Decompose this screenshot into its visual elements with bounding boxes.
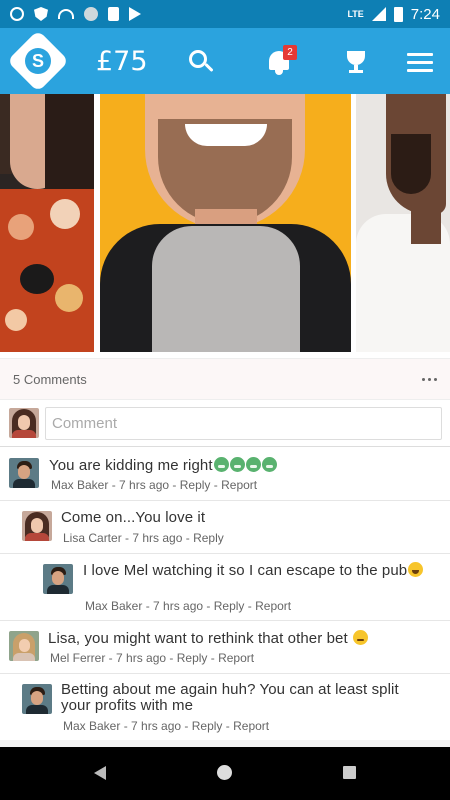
back-icon[interactable] [94,766,106,780]
comment-text: Lisa, you might want to rethink that oth… [48,630,369,647]
avatar[interactable] [22,684,52,714]
system-nav-bar [0,747,450,800]
comment-time: 7 hrs ago [119,478,170,492]
app-notification-icon [10,7,24,21]
comment-author[interactable]: Max Baker [51,478,108,492]
comment-input[interactable] [45,407,442,440]
sync-icon [84,7,98,21]
comment-meta: Max Baker - 7 hrs ago - Reply - Report [63,719,270,733]
clock: 7:24 [410,5,440,23]
avatar[interactable] [9,631,39,661]
report-link[interactable]: Report [218,651,254,665]
account-balance[interactable]: £75 [96,46,148,77]
comments-header: 5 Comments [0,358,450,400]
report-link[interactable]: Report [221,478,257,492]
photo-man-white-shirt [356,94,450,352]
comment-text: Betting about me again huh? You can at l… [61,681,399,714]
photo-carousel[interactable] [0,94,450,352]
divider [0,740,450,747]
shield-icon [34,7,48,21]
comment-time: 7 hrs ago [131,719,182,733]
reply-link[interactable]: Reply [177,651,208,665]
logo-mark-icon: S [25,48,51,74]
photo-man-smiling [100,94,351,352]
notification-badge: 2 [283,45,297,60]
comment-author[interactable]: Mel Ferrer [50,651,105,665]
comment-item: You are kidding me right Max Baker - 7 h… [0,448,450,500]
more-options-icon[interactable] [422,377,437,381]
wifi-icon [58,9,74,19]
home-icon[interactable] [217,765,232,780]
comments-count: 5 Comments [13,371,87,387]
comment-author[interactable]: Max Baker [85,599,142,613]
hamburger-menu-icon[interactable] [406,48,434,76]
comment-text: You are kidding me right [49,457,277,474]
nauseated-face-emoji-icon [245,457,261,472]
nauseated-face-emoji-icon [229,457,245,472]
comment-item: Betting about me again huh? You can at l… [0,674,450,740]
report-link[interactable]: Report [255,599,291,613]
comment-composer [0,401,450,447]
comment-author[interactable]: Lisa Carter [63,531,122,545]
comment-item: I love Mel watching it so I can escape t… [0,554,450,620]
photo-woman [0,94,94,352]
comment-text: Come on...You love it [61,509,206,526]
comment-meta: Lisa Carter - 7 hrs ago - Reply [63,531,224,545]
reply-link[interactable]: Reply [193,531,224,545]
recent-apps-icon[interactable] [343,766,356,779]
app-header: S £75 2 [0,28,450,94]
reply-link[interactable]: Reply [192,719,223,733]
status-icons-right: LTE 7:24 [347,6,440,23]
reply-link[interactable]: Reply [214,599,245,613]
avatar[interactable] [43,564,73,594]
winking-face-emoji-icon [353,630,369,645]
comment-author[interactable]: Max Baker [63,719,120,733]
comment-time: 7 hrs ago [153,599,204,613]
status-icons-left [10,7,141,21]
report-link[interactable]: Report [233,719,269,733]
reply-link[interactable]: Reply [180,478,211,492]
battery-icon [393,6,403,22]
nauseated-face-emoji-icon [261,457,277,472]
comment-meta: Mel Ferrer - 7 hrs ago - Reply - Report [50,651,255,665]
nauseated-face-emoji-icon [213,457,229,472]
comment-item: Lisa, you might want to rethink that oth… [0,621,450,673]
signal-icon [371,7,386,21]
trophy-icon[interactable] [342,48,370,76]
avatar[interactable] [9,458,39,488]
comment-time: 7 hrs ago [132,531,183,545]
play-store-icon [129,7,141,21]
comment-meta: Max Baker - 7 hrs ago - Reply - Report [51,478,258,492]
search-icon[interactable] [187,48,215,76]
comment-meta: Max Baker - 7 hrs ago - Reply - Report [85,599,292,613]
avatar[interactable] [22,511,52,541]
avatar [9,408,39,438]
comment-item: Come on...You love it Lisa Carter - 7 hr… [0,501,450,553]
sd-card-icon [108,7,119,21]
grinning-face-emoji-icon [408,562,424,577]
app-logo[interactable]: S [6,29,70,93]
network-type: LTE [347,9,364,19]
comment-text: I love Mel watching it so I can escape t… [83,562,428,579]
comment-time: 7 hrs ago [116,651,167,665]
status-bar: LTE 7:24 [0,0,450,28]
